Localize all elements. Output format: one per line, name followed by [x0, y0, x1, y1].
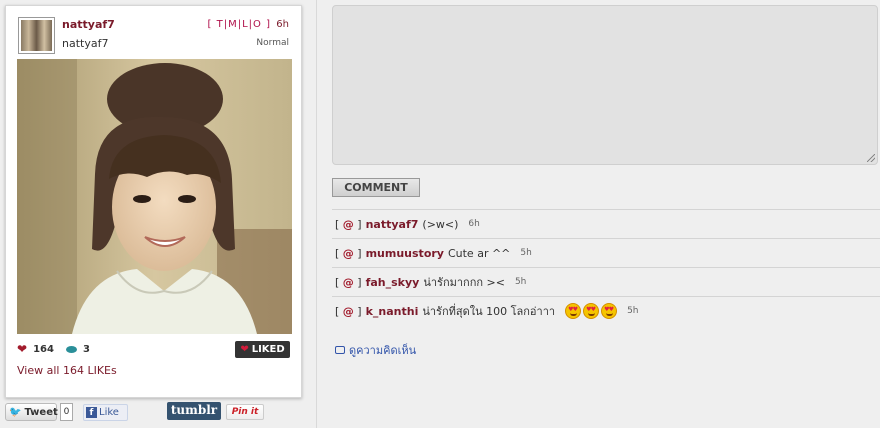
fb-like-label: Like: [99, 407, 119, 418]
comment-text: น่ารักที่สุดใน 100 โลกอ่าาา: [422, 305, 556, 318]
emoji-heart-eyes-icon: [583, 303, 600, 319]
comment-item: [ @ ] fah_skyy น่ารักมากกก >< 5h: [332, 267, 880, 296]
resize-grip-icon[interactable]: [867, 154, 875, 162]
column-divider: [316, 0, 317, 428]
share-link-m[interactable]: M: [228, 19, 238, 30]
tumblr-button[interactable]: tumblr: [167, 402, 221, 420]
view-all-likes-link[interactable]: View all 164 LIKEs: [17, 364, 117, 377]
share-link-t[interactable]: T: [217, 19, 224, 30]
comment-text: Cute ar ^^: [447, 246, 511, 260]
tweet-button[interactable]: 🐦 Tweet: [5, 403, 58, 421]
comment-item: [ @ ] mumuustory Cute ar ^^ 5h: [332, 238, 880, 267]
post-username[interactable]: nattyaf7: [62, 18, 115, 31]
comment-text: (>w<): [422, 217, 459, 231]
reply-at-link[interactable]: [ @ ]: [335, 305, 362, 318]
comment-text: น่ารักมากกก ><: [423, 276, 505, 289]
share-link-l[interactable]: L: [242, 19, 249, 30]
share-link-o[interactable]: O: [253, 19, 262, 30]
pinit-button[interactable]: Pin it: [226, 404, 264, 420]
emoji-heart-eyes-icon: [601, 303, 618, 319]
post-age: 6h: [276, 19, 289, 30]
reply-at-link[interactable]: [ @ ]: [335, 247, 362, 260]
facebook-like-button[interactable]: f Like: [83, 404, 128, 421]
reply-at-link[interactable]: [ @ ]: [335, 218, 362, 231]
avatar-image: [21, 20, 52, 51]
comment-age: 5h: [520, 248, 532, 258]
photo-card: nattyaf7 nattyaf7 [ T|M|L|O ] 6h Normal: [5, 5, 302, 398]
share-links: [ T|M|L|O ]: [207, 19, 271, 30]
comment-item: [ @ ] nattyaf7 (>w<) 6h: [332, 209, 880, 238]
portrait-photo: [17, 59, 292, 334]
comment-bubble-icon: [65, 345, 77, 353]
comment-button[interactable]: COMMENT: [332, 178, 420, 197]
liked-heart-icon: ❤: [240, 344, 249, 355]
comment-username[interactable]: nattyaf7: [366, 218, 419, 231]
liked-button[interactable]: ❤ LIKED: [235, 341, 290, 358]
emoji-heart-eyes-icon: [565, 303, 582, 319]
reply-at-link[interactable]: [ @ ]: [335, 276, 362, 289]
comment-age: 6h: [468, 219, 480, 229]
post-stats: ❤ 164 3: [17, 342, 90, 356]
comments-count: 3: [82, 343, 90, 355]
comment-list: [ @ ] nattyaf7 (>w<) 6h [ @ ] mumuustory…: [332, 209, 880, 325]
facebook-icon: f: [86, 407, 97, 418]
comment-textarea[interactable]: [332, 5, 878, 165]
comment-username[interactable]: fah_skyy: [366, 276, 420, 289]
post-photo[interactable]: [17, 59, 292, 334]
heart-icon: ❤: [17, 342, 28, 356]
tweet-count: 0: [60, 403, 73, 421]
twitter-bird-icon: 🐦: [9, 406, 22, 418]
post-display-name: nattyaf7: [62, 37, 109, 50]
comment-username[interactable]: mumuustory: [366, 247, 444, 260]
see-comments-label: ดูความคิดเห็น: [349, 344, 417, 357]
filter-name: Normal: [256, 38, 289, 48]
liked-label: LIKED: [251, 344, 285, 355]
avatar[interactable]: [18, 17, 55, 54]
emoji-group: [565, 303, 619, 319]
comment-age: 5h: [627, 306, 639, 316]
speech-bubble-icon: [335, 346, 345, 354]
tweet-label: Tweet: [24, 406, 58, 418]
comment-age: 5h: [514, 277, 527, 287]
comment-username[interactable]: k_nanthi: [366, 305, 419, 318]
comment-item: [ @ ] k_nanthi น่ารักที่สุดใน 100 โลกอ่า…: [332, 296, 880, 325]
likes-count: 164: [33, 343, 54, 355]
see-comments-link[interactable]: ดูความคิดเห็น: [335, 341, 416, 359]
